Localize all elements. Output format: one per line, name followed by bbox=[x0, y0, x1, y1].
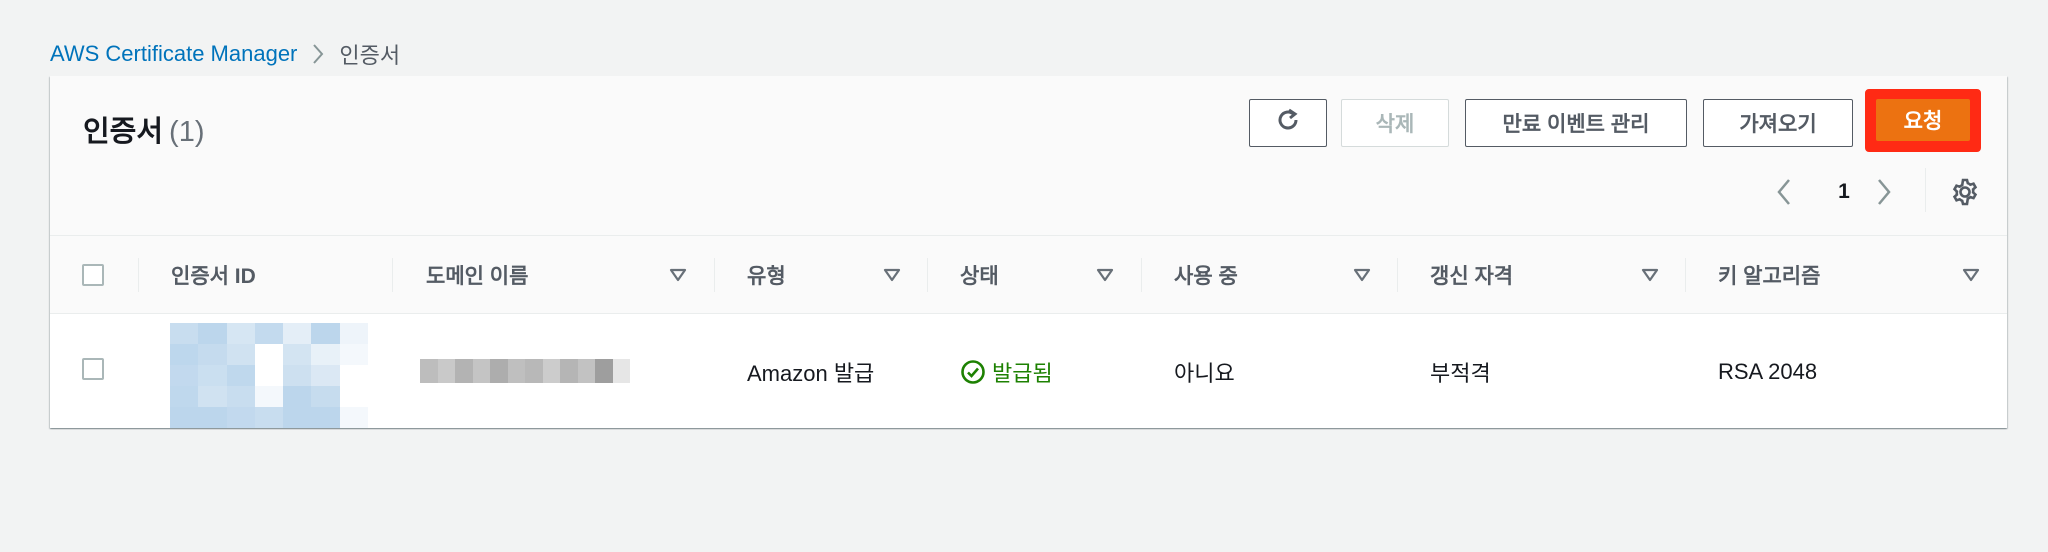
page-title: 인증서 (1) bbox=[83, 108, 205, 150]
certificate-count: (1) bbox=[169, 116, 205, 148]
sort-triangle-icon[interactable] bbox=[1350, 263, 1374, 287]
import-button[interactable]: 가져오기 bbox=[1703, 99, 1853, 147]
certificate-id-link-redacted[interactable] bbox=[170, 323, 368, 428]
select-all-checkbox[interactable] bbox=[82, 264, 104, 286]
table-header: 인증서 ID 도메인 이름 유형 상태 사용 중 갱신 자격 키 알고리즘 bbox=[50, 236, 2007, 314]
panel-title-text: 인증서 bbox=[83, 116, 164, 148]
certificates-panel: 인증서 (1) 삭제 만료 이벤트 관리 가져오기 요청 1 인증서 ID 도메… bbox=[50, 76, 2007, 428]
panel-header: 인증서 (1) 삭제 만료 이벤트 관리 가져오기 요청 1 bbox=[50, 76, 2007, 236]
current-page-number[interactable]: 1 bbox=[1824, 174, 1864, 210]
breadcrumb: AWS Certificate Manager 인증서 bbox=[50, 38, 400, 70]
cell-type: Amazon 발급 bbox=[747, 360, 875, 386]
status-text: 발급됨 bbox=[992, 360, 1053, 386]
refresh-icon bbox=[1274, 106, 1302, 140]
column-header-certificate-id[interactable]: 인증서 ID bbox=[171, 236, 256, 314]
domain-name-redacted bbox=[420, 359, 630, 383]
pager-divider bbox=[1925, 168, 1926, 212]
column-header-in-use[interactable]: 사용 중 bbox=[1174, 236, 1238, 314]
breadcrumb-acm-link[interactable]: AWS Certificate Manager bbox=[50, 41, 297, 67]
column-divider bbox=[1685, 258, 1686, 292]
column-divider bbox=[138, 258, 139, 292]
column-header-key-algorithm[interactable]: 키 알고리즘 bbox=[1718, 236, 1820, 314]
next-page-button[interactable] bbox=[1874, 174, 1894, 210]
table-row[interactable]: Amazon 발급 발급됨 아니요 부적격 RSA 2048 bbox=[50, 315, 2007, 428]
manage-expiry-events-button[interactable]: 만료 이벤트 관리 bbox=[1465, 99, 1687, 147]
column-header-type[interactable]: 유형 bbox=[747, 236, 786, 314]
request-button[interactable]: 요청 bbox=[1876, 99, 1970, 141]
delete-button[interactable]: 삭제 bbox=[1341, 99, 1449, 147]
sort-triangle-icon[interactable] bbox=[1959, 263, 1983, 287]
cell-renewal-eligibility: 부적격 bbox=[1430, 360, 1491, 386]
column-divider bbox=[927, 258, 928, 292]
cell-in-use: 아니요 bbox=[1174, 360, 1235, 386]
gear-icon[interactable] bbox=[1947, 174, 1983, 210]
row-select-checkbox[interactable] bbox=[82, 358, 104, 380]
chevron-right-icon bbox=[311, 43, 325, 65]
column-divider bbox=[714, 258, 715, 292]
column-divider bbox=[392, 258, 393, 292]
column-divider bbox=[1141, 258, 1142, 292]
column-header-domain-name[interactable]: 도메인 이름 bbox=[426, 236, 528, 314]
column-divider bbox=[1397, 258, 1398, 292]
breadcrumb-current: 인증서 bbox=[339, 43, 401, 68]
sort-triangle-icon[interactable] bbox=[880, 263, 904, 287]
sort-triangle-icon[interactable] bbox=[1638, 263, 1662, 287]
column-header-status[interactable]: 상태 bbox=[960, 236, 999, 314]
refresh-button[interactable] bbox=[1249, 99, 1327, 147]
cell-key-algorithm: RSA 2048 bbox=[1718, 358, 1818, 384]
check-circle-icon bbox=[960, 359, 986, 385]
sort-triangle-icon[interactable] bbox=[666, 263, 690, 287]
sort-triangle-icon[interactable] bbox=[1093, 263, 1117, 287]
previous-page-button[interactable] bbox=[1774, 174, 1794, 210]
column-header-renewal-eligibility[interactable]: 갱신 자격 bbox=[1430, 236, 1513, 314]
status-indicator: 발급됨 bbox=[960, 356, 1053, 388]
cell-status: 발급됨 bbox=[960, 315, 1053, 428]
